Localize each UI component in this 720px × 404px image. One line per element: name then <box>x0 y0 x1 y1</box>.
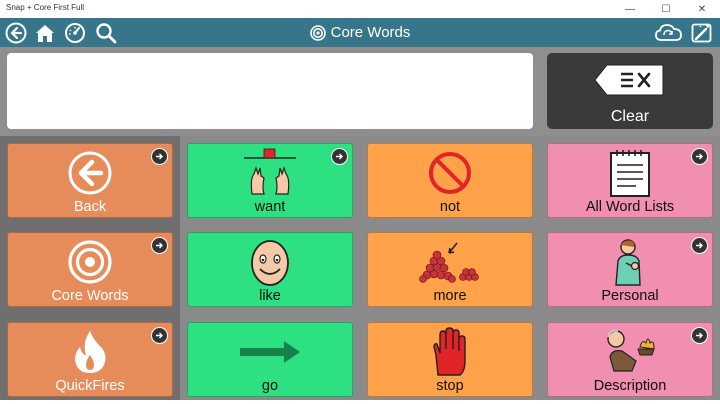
personal-label: Personal <box>601 288 659 304</box>
maximize-button[interactable]: ☐ <box>648 0 684 18</box>
flame-icon <box>75 331 106 373</box>
word-more-label: more <box>433 288 467 304</box>
target-icon <box>68 240 112 284</box>
window-title: Snap + Core First Full <box>6 3 85 12</box>
description-icon <box>607 329 655 372</box>
description-label: Description <box>593 378 667 394</box>
nav-core-words-label: Core Words <box>51 288 129 304</box>
app-toolbar: Core Words <box>0 18 720 47</box>
nav-quickfires-label: QuickFires <box>55 378 125 394</box>
back-arrow-icon <box>68 151 112 195</box>
nav-quickfires-button[interactable]: QuickFires <box>7 322 173 397</box>
person-icon <box>615 239 641 286</box>
nav-back-label: Back <box>73 199 107 215</box>
word-stop-label: stop <box>436 378 464 394</box>
navigate-arrow-icon <box>331 148 348 165</box>
navigate-arrow-icon <box>691 327 708 344</box>
description-button[interactable]: Description <box>547 322 713 397</box>
navigate-arrow-icon <box>151 327 168 344</box>
cloud-sync-icon <box>655 24 682 41</box>
word-like-button[interactable]: like <box>187 232 353 307</box>
navigate-arrow-icon <box>691 237 708 254</box>
clear-button-label: Clear <box>610 108 650 125</box>
window-title-bar: Snap + Core First Full — ☐ ✕ <box>0 0 720 18</box>
bottom-edge <box>0 400 720 404</box>
personal-button[interactable]: Personal <box>547 232 713 307</box>
message-area: Clear <box>0 47 720 136</box>
nav-back-button[interactable]: Back <box>7 143 173 218</box>
nav-core-words-button[interactable]: Core Words <box>7 232 173 307</box>
page-title-label: Core Words <box>330 24 411 41</box>
word-want-button[interactable]: want <box>187 143 353 218</box>
edit-button[interactable] <box>690 21 714 45</box>
word-want-label: want <box>254 199 286 215</box>
navigate-arrow-icon <box>151 237 168 254</box>
not-icon <box>429 152 471 194</box>
all-word-lists-label: All Word Lists <box>585 199 675 215</box>
more-berries-icon <box>419 242 479 283</box>
message-bar[interactable] <box>7 53 533 129</box>
stop-hand-icon <box>433 327 466 376</box>
notepad-icon <box>610 150 650 197</box>
vocabulary-grid: Back Core Words QuickFires want not All … <box>0 136 720 404</box>
want-icon <box>244 148 296 195</box>
word-go-button[interactable]: go <box>187 322 353 397</box>
word-not-label: not <box>439 199 461 215</box>
word-stop-button[interactable]: stop <box>367 322 533 397</box>
navigate-arrow-icon <box>151 148 168 165</box>
magic-wand-edit-icon <box>691 23 712 43</box>
target-icon <box>309 24 326 41</box>
clear-button[interactable]: Clear <box>547 53 713 129</box>
page-title: Core Words <box>0 18 720 47</box>
word-like-label: like <box>259 288 281 304</box>
navigate-arrow-icon <box>691 148 708 165</box>
sync-button[interactable] <box>654 21 684 45</box>
clear-backspace-icon <box>594 64 664 96</box>
word-go-label: go <box>261 378 279 394</box>
all-word-lists-button[interactable]: All Word Lists <box>547 143 713 218</box>
go-arrow-icon <box>240 341 300 363</box>
close-button[interactable]: ✕ <box>684 0 720 18</box>
smiling-face-icon <box>251 240 289 286</box>
word-not-button[interactable]: not <box>367 143 533 218</box>
word-more-button[interactable]: more <box>367 232 533 307</box>
minimize-button[interactable]: — <box>612 0 648 18</box>
